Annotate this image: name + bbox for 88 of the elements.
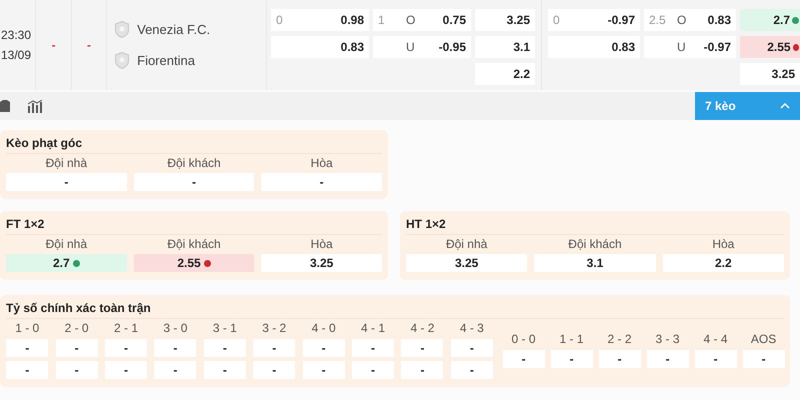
odds-cell[interactable]: - <box>502 350 545 368</box>
team-name: Fiorentina <box>137 53 195 68</box>
odds-cell[interactable]: 0.83 <box>548 36 640 58</box>
odds-cell[interactable]: - <box>56 339 98 357</box>
half-time-score: - <box>86 38 91 52</box>
odds-cell[interactable]: - <box>598 350 641 368</box>
odds-cell[interactable]: - <box>105 361 148 379</box>
score-label: 3 - 0 <box>163 321 188 335</box>
odds-cell[interactable]: 2.7 <box>6 254 127 272</box>
odds-cell[interactable]: - <box>105 339 148 357</box>
score-label: 1 - 0 <box>15 321 40 335</box>
odds-cell[interactable]: - <box>134 173 254 191</box>
odds-cell[interactable]: U -0.97 <box>644 36 736 58</box>
odds-cell[interactable]: - <box>253 339 296 357</box>
odds-cell[interactable]: - <box>204 361 246 379</box>
odds-cell[interactable]: - <box>550 350 593 368</box>
score-label: 3 - 1 <box>212 321 237 335</box>
odds-cell[interactable]: 3.1 <box>475 36 535 58</box>
odds-cell[interactable]: 3.1 <box>534 254 656 272</box>
odds-cell[interactable]: - <box>154 339 196 357</box>
odds-cell[interactable]: - <box>6 361 48 379</box>
outcome-label: Đội nhà <box>46 156 88 170</box>
full-time-score: - <box>52 38 56 52</box>
odds-cell[interactable]: 0 -0.97 <box>548 9 640 31</box>
score-label: 2 - 1 <box>114 321 138 335</box>
score-label: 2 - 2 <box>608 332 632 346</box>
odds-cell[interactable]: - <box>6 339 48 357</box>
odds-cell[interactable]: 1 O 0.75 <box>373 9 471 31</box>
odds-cell[interactable]: - <box>401 339 444 357</box>
panel-title: FT 1×2 <box>6 217 382 235</box>
odds-cell[interactable]: 3.25 <box>740 63 800 85</box>
odds-cell[interactable]: 2.55 <box>740 36 800 58</box>
outcome-label: Đội nhà <box>446 237 488 251</box>
score-label: 3 - 2 <box>262 321 286 335</box>
odds-cell[interactable]: - <box>154 361 196 379</box>
odds-cell[interactable]: 0 0.98 <box>271 9 369 31</box>
score-label: 1 - 1 <box>560 332 584 346</box>
odds-cell[interactable]: - <box>56 361 98 379</box>
score-label: 4 - 1 <box>361 321 386 335</box>
match-date: 13/09 <box>1 48 32 62</box>
odds-cell[interactable]: 2.7 <box>740 9 800 31</box>
panel-title: HT 1×2 <box>406 217 784 235</box>
shield-icon <box>115 21 130 38</box>
odds-cell[interactable]: - <box>450 339 493 357</box>
odds-cell[interactable]: 3.25 <box>406 254 528 272</box>
odds-cell[interactable]: - <box>450 361 493 379</box>
outcome-label: Đội khách <box>167 237 221 251</box>
kickoff-time: 23:30 <box>1 28 32 42</box>
score-label: 4 - 0 <box>312 321 336 335</box>
odds-cell[interactable]: - <box>6 173 127 191</box>
score-label: AOS <box>750 332 776 346</box>
chevron-icon <box>780 103 790 109</box>
panel-title: Kèo phạt góc <box>6 136 382 154</box>
odds-cell[interactable]: - <box>694 350 737 368</box>
odds-cell[interactable]: 2.55 <box>134 254 254 272</box>
outcome-label: Hòa <box>310 156 333 170</box>
odds-cell[interactable]: 2.5 O 0.83 <box>644 9 736 31</box>
odds-cell[interactable]: - <box>261 173 382 191</box>
score-label: 2 - 0 <box>64 321 89 335</box>
outcome-label: Đội khách <box>167 156 221 170</box>
outcome-label: Hòa <box>310 237 333 251</box>
score-label: 4 - 4 <box>704 332 728 346</box>
score-label: 0 - 0 <box>512 332 536 346</box>
odds-cell[interactable]: 3.25 <box>261 254 382 272</box>
odds-cell[interactable]: 2.2 <box>475 63 535 85</box>
odds-cell[interactable]: 0.83 <box>271 36 369 58</box>
score-label: 3 - 3 <box>656 332 680 346</box>
outcome-label: Đội khách <box>568 237 622 251</box>
stats-icon[interactable] <box>28 100 43 112</box>
odds-cell[interactable]: - <box>352 361 394 379</box>
team-name: Venezia F.C. <box>137 22 210 37</box>
odds-cell[interactable]: - <box>352 339 394 357</box>
odds-cell[interactable]: - <box>401 361 444 379</box>
odds-cell[interactable]: - <box>742 350 785 368</box>
panel-title: Tỷ số chính xác toàn trận <box>6 301 784 319</box>
odds-cell[interactable]: - <box>646 350 689 368</box>
odds-cell[interactable]: - <box>204 339 246 357</box>
odds-cell[interactable]: 3.25 <box>475 9 535 31</box>
score-label: 4 - 3 <box>460 321 484 335</box>
odds-cell[interactable]: U -0.95 <box>373 36 471 58</box>
odds-cell[interactable]: - <box>253 361 296 379</box>
odds-cell[interactable]: - <box>302 339 345 357</box>
odds-cell[interactable]: 2.2 <box>662 254 784 272</box>
outcome-label: Đội nhà <box>46 237 88 251</box>
outcome-label: Hòa <box>712 237 734 251</box>
shield-icon <box>115 52 130 69</box>
score-label: 4 - 2 <box>410 321 434 335</box>
odds-cell[interactable]: - <box>302 361 345 379</box>
